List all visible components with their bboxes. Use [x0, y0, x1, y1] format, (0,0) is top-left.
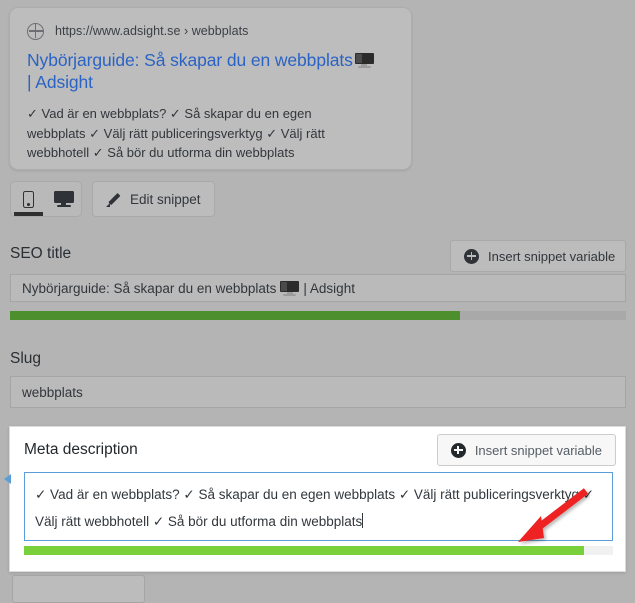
meta-description-progress-bar [24, 546, 613, 555]
desktop-monitor-emoji-icon [354, 53, 374, 68]
snippet-description: ✓ Vad är en webbplats? ✓ Så skapar du en… [27, 106, 325, 160]
seo-title-label: SEO title [10, 245, 72, 262]
meta-description-textarea[interactable]: ✓ Vad är en webbplats? ✓ Så skapar du en… [24, 472, 613, 541]
seo-title-input[interactable]: Nybörjarguide: Så skapar du en webbplats… [10, 274, 626, 302]
text-caret [362, 513, 364, 528]
plus-circle-icon [450, 442, 466, 458]
meta-description-insert-snippet-variable-button[interactable]: Insert snippet variable [436, 434, 616, 466]
insert-variable-label: Insert snippet variable [488, 248, 616, 264]
seo-title-progress-bar [10, 311, 626, 320]
meta-description-line-1: ✓ Vad är en webbplats? ✓ Så skapar du en… [35, 487, 595, 502]
meta-description-label: Meta description [24, 441, 138, 458]
bottom-partial-button[interactable] [12, 575, 145, 603]
desktop-monitor-icon [53, 191, 74, 207]
seo-title-progress-fill [10, 311, 460, 320]
slug-label: Slug [10, 350, 42, 367]
mobile-preview-button[interactable] [11, 182, 46, 216]
slug-input[interactable]: webbplats [10, 376, 626, 408]
mobile-phone-icon [23, 190, 34, 208]
snippet-title-text: Nybörjarguide: Så skapar du en webbplats [27, 50, 353, 70]
meta-description-card: Meta description Insert snippet variable… [4, 426, 626, 572]
seo-title-value-suffix: | Adsight [303, 280, 355, 296]
snippet-title-suffix: | Adsight [27, 72, 93, 92]
seo-title-value-text: Nybörjarguide: Så skapar du en webbplats [22, 280, 277, 296]
meta-description-line-2: Välj rätt webbhotell ✓ Så bör du utforma… [35, 514, 363, 529]
insert-variable-label: Insert snippet variable [474, 442, 602, 458]
globe-icon [27, 22, 44, 40]
focus-pointer-icon [4, 474, 11, 484]
snippet-url: https://www.adsight.se › webbplats [55, 24, 249, 38]
snippet-controls-row: Edit snippet [10, 181, 215, 217]
search-snippet-preview[interactable]: https://www.adsight.se › webbplats Nybör… [9, 7, 412, 170]
desktop-preview-button[interactable] [46, 182, 81, 216]
meta-description-progress-fill [24, 546, 584, 555]
seo-title-insert-snippet-variable-button[interactable]: Insert snippet variable [450, 240, 626, 272]
plus-circle-icon [464, 248, 479, 264]
edit-snippet-label: Edit snippet [130, 191, 201, 207]
edit-snippet-button[interactable]: Edit snippet [92, 181, 215, 217]
snippet-url-row: https://www.adsight.se › webbplats [27, 22, 394, 40]
device-preview-toggle[interactable] [10, 181, 82, 217]
desktop-monitor-emoji-icon [280, 280, 300, 296]
snippet-title[interactable]: Nybörjarguide: Så skapar du en webbplats… [27, 49, 377, 93]
pencil-icon [106, 192, 121, 207]
